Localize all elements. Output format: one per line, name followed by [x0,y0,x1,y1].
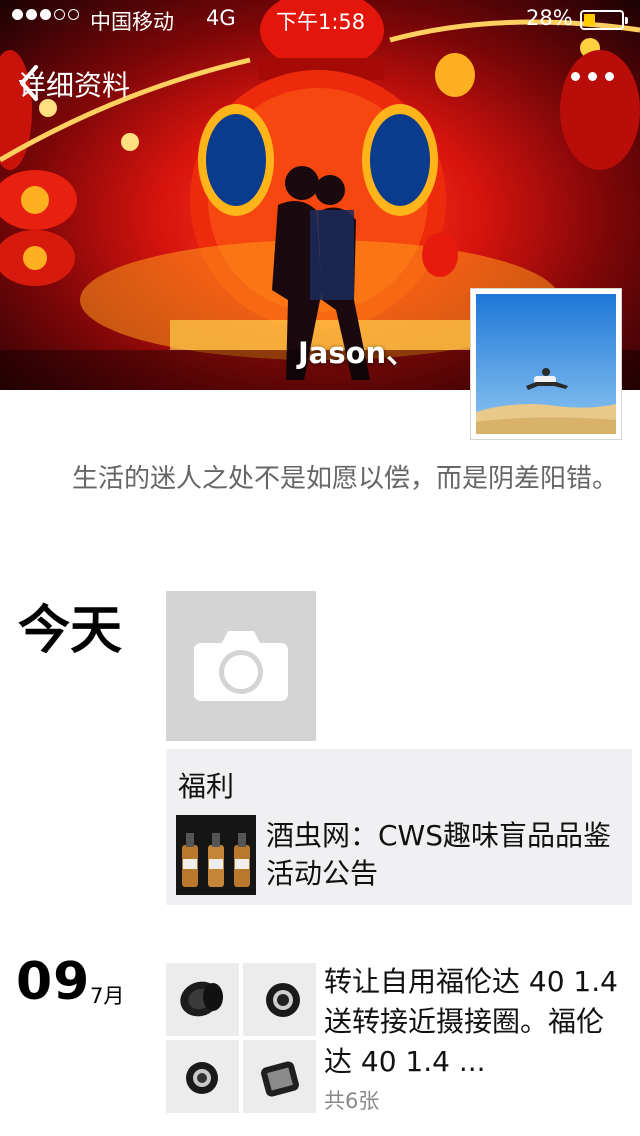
post-date-day: 09 [16,952,91,1012]
post-text[interactable]: 转让自用福伦达 40 1.4 送转接近摄接圈。福伦达 40 1.4 ... [324,962,624,1082]
post-photo-thumb[interactable] [243,963,316,1036]
more-dots-icon [571,72,580,81]
nav-bar: 详细资料 [0,60,640,108]
post-photo-thumb[interactable] [243,1040,316,1113]
article-thumbnail [176,815,256,895]
camera-icon [194,631,288,701]
chevron-left-icon [20,65,38,101]
post-photo-button[interactable] [166,591,316,741]
status-time: 下午1:58 [276,10,366,34]
post-photo-grid[interactable] [166,963,316,1113]
status-bar: 中国移动 4G 下午1:58 28% [0,0,640,40]
back-button[interactable]: 详细资料 [18,64,130,104]
post-photo-thumb[interactable] [166,963,239,1036]
post-photo-count: 共6张 [324,1089,380,1113]
share-label: 福利 [178,770,235,803]
avatar[interactable] [470,288,622,440]
avatar-image [476,294,616,434]
post-date-month: 7月 [90,984,125,1008]
carrier-name: 中国移动 [90,10,174,34]
battery-icon [580,10,628,30]
battery-percent: 28% [526,6,573,30]
profile-name: Jason、 [298,336,416,370]
network-type: 4G [206,6,236,30]
article-title: 酒虫网：CWS趣味盲品品鉴活动公告 [266,819,612,890]
signature-text: 生活的迷人之处不是如愿以偿，而是阴差阳错。 [71,464,618,494]
signal-strength-icon [12,9,79,20]
shared-article-card[interactable]: 福利 酒虫网：CWS趣味盲品品鉴活动公告 [166,749,632,905]
more-button[interactable] [571,72,614,81]
timeline-today-label: 今天 [18,601,123,661]
post-photo-thumb[interactable] [166,1040,239,1113]
